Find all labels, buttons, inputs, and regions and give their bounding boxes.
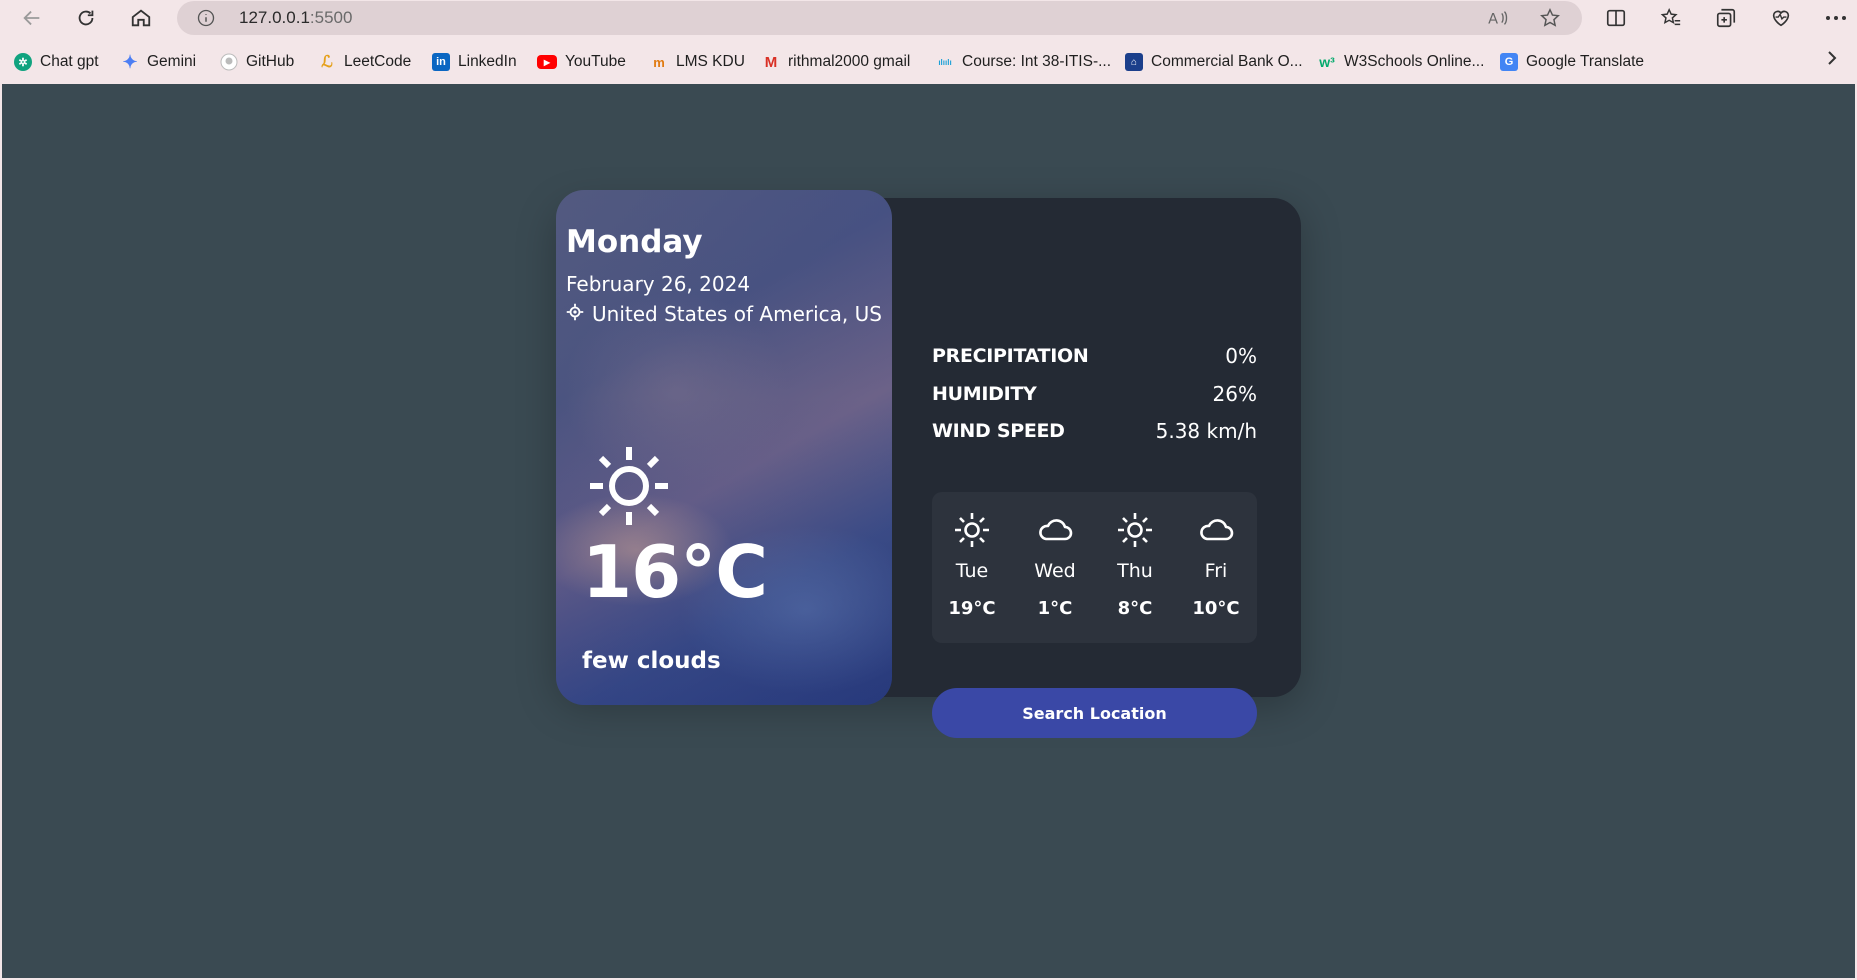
forecast-day-label: Tue — [955, 560, 989, 582]
browser-toolbar: 127.0.0.1:5500 A — [0, 0, 1857, 38]
sun-icon — [954, 512, 990, 548]
stat-label: PRECIPITATION — [932, 345, 1089, 367]
linkedin-icon: in — [432, 53, 450, 71]
bookmark-leetcode[interactable]: ℒ LeetCode — [318, 51, 411, 73]
bookmark-commercial-bank[interactable]: ⌂ Commercial Bank O... — [1125, 51, 1303, 73]
day-title: Monday — [566, 224, 703, 260]
bookmarks-bar: ✲ Chat gpt ✦ Gemini GitHub ℒ LeetCode in… — [0, 44, 1857, 80]
location-target-icon — [566, 302, 584, 326]
url-text[interactable]: 127.0.0.1:5500 — [239, 8, 352, 28]
sun-icon — [588, 445, 670, 527]
cloud-icon — [1037, 512, 1073, 548]
forecast-day-tue: Tue 19°C — [942, 492, 1002, 643]
stat-humidity: HUMIDITY 26% — [932, 382, 1257, 406]
favorite-star-icon[interactable] — [1538, 7, 1562, 29]
bookmark-google-translate[interactable]: G Google Translate — [1500, 51, 1644, 73]
browser-essentials-icon[interactable] — [1767, 5, 1795, 31]
sun-icon — [1117, 512, 1153, 548]
leetcode-icon: ℒ — [321, 54, 333, 71]
bookmark-linkedin[interactable]: in LinkedIn — [432, 51, 517, 73]
cloud-icon — [1198, 512, 1234, 548]
address-bar[interactable]: 127.0.0.1:5500 A — [177, 1, 1582, 35]
forecast-day-label: Thu — [1117, 560, 1153, 582]
forecast-day-label: Fri — [1204, 560, 1228, 582]
cisco-icon: ılıılı — [938, 57, 952, 67]
location-row: United States of America, US — [566, 302, 882, 326]
stat-value: 0% — [1225, 344, 1257, 368]
lms-icon: m — [653, 54, 665, 70]
bank-icon: ⌂ — [1125, 53, 1143, 71]
forecast-day-thu: Thu 8°C — [1105, 492, 1165, 643]
bookmark-gmail[interactable]: M rithmal2000 gmail — [762, 51, 911, 73]
date-text: February 26, 2024 — [566, 272, 751, 296]
forecast-temp: 8°C — [1117, 598, 1153, 619]
stat-value: 26% — [1212, 382, 1257, 406]
svg-text:A: A — [1488, 11, 1498, 27]
forecast-temp: 19°C — [948, 598, 996, 619]
stat-label: WIND SPEED — [932, 420, 1065, 442]
bookmark-github[interactable]: GitHub — [220, 51, 294, 73]
stat-precipitation: PRECIPITATION 0% — [932, 344, 1257, 368]
stat-label: HUMIDITY — [932, 383, 1037, 405]
bookmark-youtube[interactable]: ▶ YouTube — [537, 51, 626, 73]
gmail-icon: M — [764, 53, 778, 71]
home-button[interactable] — [125, 4, 157, 32]
forecast-panel: Tue 19°C Wed 1°C Thu 8°C Fri 10°C — [932, 492, 1257, 643]
bookmark-gemini[interactable]: ✦ Gemini — [121, 51, 196, 73]
info-icon[interactable] — [197, 9, 215, 27]
weather-description: few clouds — [582, 648, 721, 674]
location-text: United States of America, US — [592, 302, 882, 326]
youtube-icon: ▶ — [537, 55, 557, 69]
forecast-temp: 1°C — [1037, 598, 1073, 619]
stat-value: 5.38 km/h — [1155, 419, 1257, 443]
github-icon — [220, 53, 238, 71]
stat-wind-speed: WIND SPEED 5.38 km/h — [932, 419, 1257, 443]
bookmarks-more-chevron-icon[interactable] — [1825, 50, 1839, 70]
google-translate-icon: G — [1500, 53, 1518, 71]
bookmark-course[interactable]: ılıılı Course: Int 38-ITIS-... — [936, 51, 1111, 73]
back-button[interactable] — [16, 4, 48, 32]
gemini-icon: ✦ — [122, 51, 138, 72]
bookmark-chat-gpt[interactable]: ✲ Chat gpt — [14, 51, 99, 73]
search-location-button[interactable]: Search Location — [932, 688, 1257, 738]
split-screen-icon[interactable] — [1602, 5, 1630, 31]
forecast-day-wed: Wed 1°C — [1025, 492, 1085, 643]
chatgpt-icon: ✲ — [14, 53, 32, 71]
weather-summary-card: Monday February 26, 2024 United States o… — [556, 190, 892, 705]
refresh-icon — [78, 10, 94, 26]
bookmark-lms-kdu[interactable]: m LMS KDU — [650, 51, 745, 73]
bookmark-w3schools[interactable]: w³ W3Schools Online... — [1318, 51, 1484, 73]
forecast-day-label: Wed — [1034, 560, 1076, 582]
forecast-day-fri: Fri 10°C — [1186, 492, 1246, 643]
favorites-icon[interactable] — [1657, 5, 1685, 31]
home-icon — [131, 9, 151, 27]
back-arrow-icon — [23, 10, 40, 26]
current-temperature: 16°C — [582, 530, 768, 614]
collections-icon[interactable] — [1712, 5, 1740, 31]
read-aloud-icon[interactable]: A — [1487, 7, 1511, 29]
w3schools-icon: w³ — [1319, 54, 1335, 70]
forecast-temp: 10°C — [1192, 598, 1240, 619]
more-options-icon[interactable] — [1822, 5, 1850, 31]
refresh-button[interactable] — [70, 4, 102, 32]
